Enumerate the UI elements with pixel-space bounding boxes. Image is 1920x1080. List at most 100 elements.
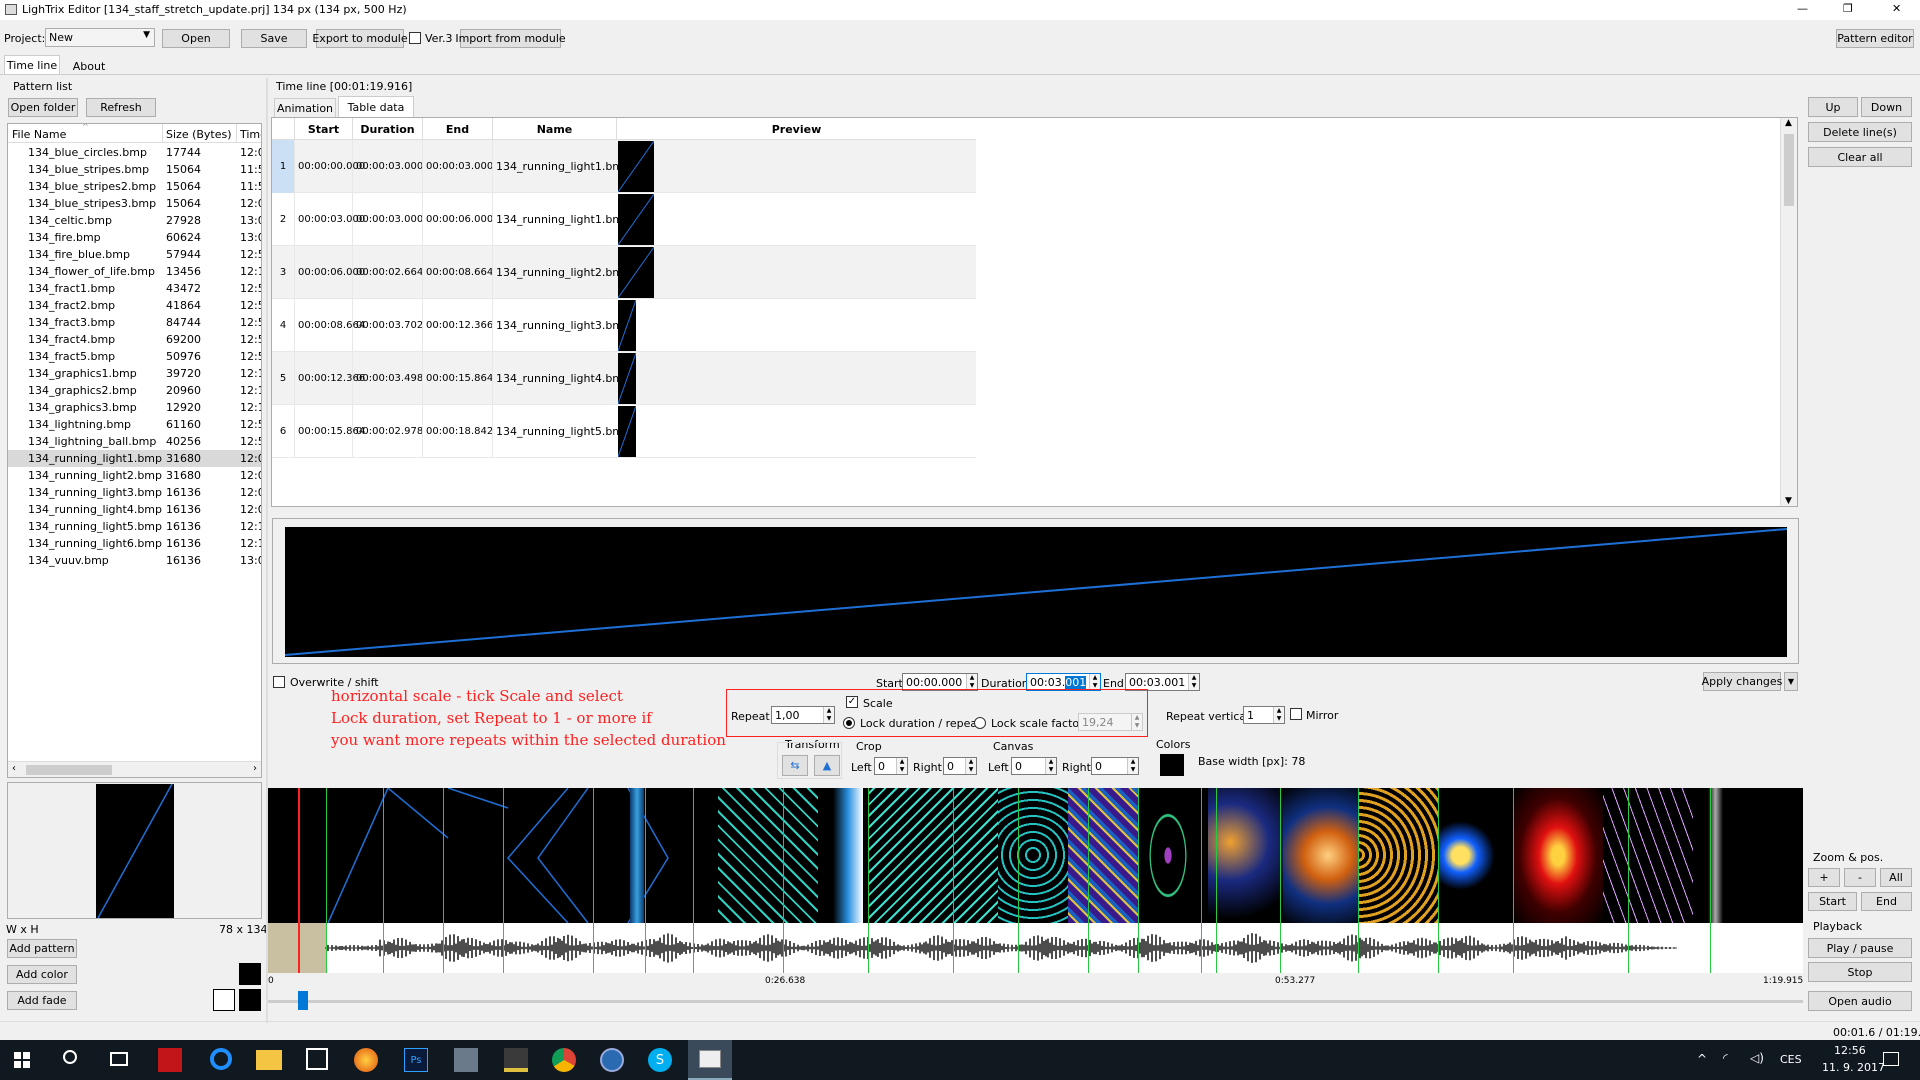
scale-checkbox[interactable]: ✓ [846, 696, 858, 708]
file-row[interactable]: 134_lightning.bmp 61160 12:55 [8, 416, 261, 433]
canvas-right-input[interactable]: 0 ▲ ▼ [1091, 757, 1139, 775]
file-row[interactable]: 134_fract2.bmp 41864 12:52 [8, 297, 261, 314]
store-icon[interactable] [306, 1048, 328, 1070]
zoom-minus-button[interactable]: - [1844, 868, 1876, 887]
import-button[interactable]: Import from module [455, 29, 566, 48]
file-row[interactable]: 134_fract3.bmp 84744 12:53 [8, 314, 261, 331]
overwrite-checkbox[interactable] [273, 676, 285, 688]
chrome-icon[interactable] [552, 1048, 576, 1072]
app-tools-icon[interactable] [454, 1048, 478, 1072]
scroll-down-icon[interactable]: ▼ [1785, 496, 1792, 506]
file-row[interactable]: 134_blue_stripes.bmp 15064 11:57 [8, 161, 261, 178]
restore-button[interactable]: ❐ [1843, 2, 1853, 15]
column-header[interactable]: Duration [352, 118, 422, 140]
file-row[interactable]: 134_fract4.bmp 69200 12:53 [8, 331, 261, 348]
file-row[interactable]: 134_running_light4.bmp 16136 12:09 [8, 501, 261, 518]
column-header[interactable]: Name [492, 118, 616, 140]
file-row[interactable]: 134_celtic.bmp 27928 13:02 [8, 212, 261, 229]
file-row[interactable]: 134_running_light6.bmp 16136 12:10 [8, 535, 261, 552]
open-button[interactable]: Open [162, 29, 230, 48]
scroll-left-icon[interactable]: ‹ [12, 763, 16, 774]
file-row[interactable]: 134_lightning_ball.bmp 40256 12:57 [8, 433, 261, 450]
language-indicator[interactable]: CES [1780, 1053, 1802, 1066]
row-number[interactable]: 3 [272, 246, 294, 299]
column-header[interactable]: Start [294, 118, 352, 140]
scrollbar-thumb[interactable] [1784, 134, 1794, 206]
add-fade-button[interactable]: Add fade [7, 991, 77, 1010]
position-slider-handle[interactable] [298, 991, 308, 1010]
playhead[interactable] [298, 788, 300, 973]
spinner-icon[interactable]: ▲ ▼ [1089, 674, 1100, 690]
volume-icon[interactable]: ◁) [1750, 1051, 1764, 1065]
table-row[interactable]: 3 00:00:06.000 00:00:02.664 00:00:08.664 134… [272, 246, 976, 299]
add-pattern-button[interactable]: Add pattern [7, 939, 77, 958]
spinner-icon[interactable]: ▲ ▼ [1131, 714, 1142, 730]
crop-left-input[interactable]: 0 ▲ ▼ [874, 757, 908, 775]
mirror-checkbox[interactable] [1290, 708, 1302, 720]
apply-dropdown-button[interactable]: ▼ [1784, 672, 1798, 691]
save-button[interactable]: Save [241, 29, 307, 48]
color-swatch-black[interactable] [239, 963, 261, 985]
scroll-up-icon[interactable]: ▲ [1785, 118, 1792, 128]
pattern-editor-button[interactable]: Pattern editor [1836, 29, 1914, 48]
file-row[interactable]: 134_fract5.bmp 50976 12:53 [8, 348, 261, 365]
start-button[interactable]: Start [1808, 892, 1857, 911]
spinner-icon[interactable]: ▲ ▼ [896, 758, 907, 774]
file-row[interactable]: 134_vuuv.bmp 16136 13:01 [8, 552, 261, 569]
flip-vertical-icon[interactable]: ▲ [814, 755, 840, 776]
minimize-button[interactable]: — [1797, 2, 1808, 15]
end-button[interactable]: End [1861, 892, 1912, 911]
spinner-icon[interactable]: ▲ ▼ [1127, 758, 1138, 774]
position-slider-track[interactable] [268, 1000, 1803, 1003]
table-row[interactable]: 2 00:00:03.000 00:00:03.000 00:00:06.000 134… [272, 193, 976, 246]
lightrix-taskbar-icon[interactable] [688, 1040, 732, 1080]
up-button[interactable]: Up [1808, 97, 1858, 117]
apply-changes-button[interactable]: Apply changes [1702, 672, 1782, 691]
column-header[interactable]: Preview [616, 118, 976, 140]
refresh-button[interactable]: Refresh [86, 98, 156, 117]
firefox-icon[interactable] [354, 1048, 378, 1072]
add-color-button[interactable]: Add color [7, 965, 77, 984]
folder-icon[interactable] [256, 1050, 282, 1070]
crop-right-input[interactable]: 0 ▲ ▼ [943, 757, 977, 775]
waveform-panel[interactable] [268, 923, 1803, 973]
ver3-checkbox[interactable] [409, 32, 421, 44]
header-filename[interactable]: File Name [12, 128, 66, 141]
flip-horizontal-icon[interactable]: ⇆ [782, 755, 808, 776]
zoom-plus-button[interactable]: + [1808, 868, 1840, 887]
table-row[interactable]: 4 00:00:08.664 00:00:03.702 00:00:12.366 134… [272, 299, 976, 352]
file-row[interactable]: 134_running_light2.bmp 31680 12:07 [8, 467, 261, 484]
file-row[interactable]: 134_running_light5.bmp 16136 12:10 [8, 518, 261, 535]
skype-icon[interactable]: S [648, 1048, 672, 1072]
stop-button[interactable]: Stop [1808, 962, 1912, 982]
color-swatch-white[interactable] [213, 989, 235, 1011]
file-row[interactable]: 134_fire.bmp 60624 13:00 [8, 229, 261, 246]
open-folder-button[interactable]: Open folder [8, 98, 78, 117]
file-row[interactable]: 134_graphics2.bmp 20960 12:15 [8, 382, 261, 399]
tab-table-data[interactable]: Table data [338, 96, 414, 117]
spinner-icon[interactable]: ▲ ▼ [1045, 758, 1056, 774]
windows-start-icon[interactable] [14, 1052, 30, 1068]
scroll-right-icon[interactable]: › [253, 763, 257, 774]
header-time[interactable]: Time [240, 128, 261, 141]
file-row[interactable]: 134_graphics1.bmp 39720 12:13 [8, 365, 261, 382]
photoshop-icon[interactable]: Ps [404, 1048, 428, 1072]
tab-about[interactable]: About [64, 57, 114, 75]
globe-icon[interactable] [600, 1048, 624, 1072]
clock-date[interactable]: 11. 9. 2017 [1822, 1061, 1885, 1074]
wifi-icon[interactable]: ◜ [1723, 1051, 1728, 1065]
project-select[interactable]: New ▼ [45, 28, 155, 47]
spinner-icon[interactable]: ▲ ▼ [966, 674, 977, 690]
file-row[interactable]: 134_flower_of_life.bmp 13456 12:14 [8, 263, 261, 280]
lock-scale-radio[interactable] [974, 717, 986, 729]
close-button[interactable]: ✕ [1892, 2, 1901, 15]
scale-factor-input[interactable]: 19,24 ▲ ▼ [1078, 713, 1143, 731]
lock-duration-radio[interactable] [843, 717, 855, 729]
table-row[interactable]: 6 00:00:15.864 00:00:02.978 00:00:18.842 134… [272, 405, 976, 458]
tray-chevron-icon[interactable]: ^ [1697, 1052, 1707, 1066]
pattern-strip[interactable] [268, 788, 1803, 923]
file-row[interactable]: 134_blue_stripes3.bmp 15064 12:00 [8, 195, 261, 212]
file-row[interactable]: 134_running_light1.bmp 31680 12:06 [8, 450, 261, 467]
file-row[interactable]: 134_running_light3.bmp 16136 12:08 [8, 484, 261, 501]
zoom-all-button[interactable]: All [1880, 868, 1912, 887]
